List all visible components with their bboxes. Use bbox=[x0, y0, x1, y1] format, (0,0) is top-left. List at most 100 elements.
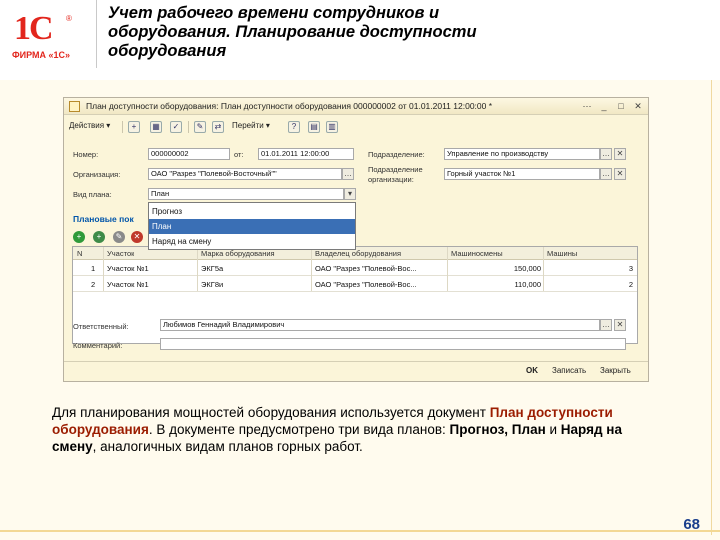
date-label: от: bbox=[234, 150, 244, 159]
table-icon[interactable]: ▥ bbox=[326, 121, 338, 133]
window-titlebar: План доступности оборудования: План дост… bbox=[64, 98, 648, 115]
window-controls: ⋯ _ □ ✕ bbox=[581, 100, 644, 112]
comment-field[interactable] bbox=[160, 338, 626, 350]
header-divider bbox=[96, 0, 97, 68]
dept-org-select-button[interactable]: … bbox=[600, 168, 612, 180]
help-icon[interactable]: ? bbox=[288, 121, 300, 133]
cell-shifts: 110,000 bbox=[514, 280, 541, 289]
slide-right-border bbox=[711, 80, 712, 535]
cell-model: ЭКГ8и bbox=[201, 280, 224, 289]
cell-shifts: 150,000 bbox=[513, 264, 541, 273]
actions-menu[interactable]: Действия ▾ bbox=[69, 121, 110, 130]
column-divider bbox=[197, 247, 198, 291]
goto-menu[interactable]: Перейти ▾ bbox=[232, 121, 270, 130]
edit-icon[interactable]: ✎ bbox=[194, 121, 206, 133]
minimize-button[interactable]: _ bbox=[598, 100, 610, 112]
department-field[interactable]: Управление по производству bbox=[444, 148, 600, 160]
maximize-button[interactable]: □ bbox=[615, 100, 627, 112]
cell-model: ЭКГ5а bbox=[201, 264, 224, 273]
window-menu-button[interactable]: ⋯ bbox=[581, 100, 593, 112]
header-owner[interactable]: Владелец оборудования bbox=[315, 249, 401, 258]
plan-type-dropdown: Прогноз План Наряд на смену bbox=[148, 202, 356, 250]
cell-machines: 3 bbox=[628, 264, 633, 273]
number-field[interactable]: 000000002 bbox=[148, 148, 230, 160]
add-row-icon[interactable]: + bbox=[73, 231, 85, 243]
column-divider bbox=[311, 247, 312, 291]
window-title: План доступности оборудования: План дост… bbox=[86, 101, 493, 111]
logo: 1С ® ФИРМА «1С» bbox=[10, 10, 80, 65]
plan-type-label: Вид плана: bbox=[73, 190, 112, 199]
responsible-label: Ответственный: bbox=[73, 322, 129, 331]
responsible-select-button[interactable]: … bbox=[600, 319, 612, 331]
slide-header: 1С ® ФИРМА «1С» Учет рабочего времени со… bbox=[0, 0, 720, 80]
section-title: Плановые пок bbox=[73, 214, 134, 224]
plan-types-forecast-plan: Прогноз, План bbox=[449, 422, 546, 437]
responsible-clear-icon[interactable]: ✕ bbox=[614, 319, 626, 331]
document-window: План доступности оборудования: План дост… bbox=[63, 97, 649, 382]
table-row[interactable]: 2 Участок №1 ЭКГ8и ОАО "Разрез "Полевой-… bbox=[73, 277, 637, 292]
save-button[interactable]: Записать bbox=[552, 366, 586, 375]
table-row[interactable]: 1 Участок №1 ЭКГ5а ОАО "Разрез "Полевой-… bbox=[73, 261, 637, 276]
slide-title: Учет рабочего времени сотрудников и обор… bbox=[108, 4, 477, 60]
toolbar-separator bbox=[122, 121, 123, 133]
date-field[interactable]: 01.01.2011 12:00:00 bbox=[258, 148, 354, 160]
plan-type-select[interactable]: План bbox=[148, 188, 344, 200]
page-number: 68 bbox=[683, 516, 700, 533]
dropdown-option-plan[interactable]: План bbox=[149, 219, 355, 234]
delete-row-icon[interactable]: ✕ bbox=[131, 231, 143, 243]
header-n[interactable]: N bbox=[77, 249, 82, 258]
slide-bottom-line bbox=[0, 530, 720, 532]
window-footer: OK Записать Закрыть bbox=[64, 361, 648, 379]
close-button[interactable]: Закрыть bbox=[600, 366, 631, 375]
header-site[interactable]: Участок bbox=[107, 249, 134, 258]
header-machines[interactable]: Машины bbox=[547, 249, 577, 258]
dept-org-label-line1: Подразделение bbox=[368, 165, 423, 174]
window-toolbar: Действия ▾ + ▦ ✓ ✎ ⇄ Перейти ▾ ? ▤ ▥ bbox=[64, 119, 648, 135]
add-icon[interactable]: + bbox=[128, 121, 140, 133]
organization-select-button[interactable]: … bbox=[342, 168, 354, 180]
header-model[interactable]: Марка оборудования bbox=[201, 249, 275, 258]
close-window-button[interactable]: ✕ bbox=[632, 100, 644, 112]
cell-n: 1 bbox=[91, 264, 96, 273]
organization-field[interactable]: ОАО "Разрез "Полевой-Восточный"" bbox=[148, 168, 342, 180]
chevron-down-icon[interactable]: ▾ bbox=[344, 188, 356, 200]
column-divider bbox=[103, 247, 104, 291]
cell-owner: ОАО "Разрез "Полевой-Вос... bbox=[315, 264, 417, 273]
dropdown-option-forecast[interactable]: Прогноз bbox=[149, 204, 355, 219]
description-text: , аналогичных видам планов горных работ. bbox=[92, 439, 363, 454]
column-divider bbox=[447, 247, 448, 291]
dropdown-option-shift-order[interactable]: Наряд на смену bbox=[149, 234, 355, 249]
logo-caption: ФИРМА «1С» bbox=[12, 50, 71, 60]
logo-mark: 1С bbox=[14, 10, 54, 47]
description-text: и bbox=[545, 422, 561, 437]
cell-site: Участок №1 bbox=[107, 264, 149, 273]
copy-row-icon[interactable]: + bbox=[93, 231, 105, 243]
number-label: Номер: bbox=[73, 150, 99, 159]
column-divider bbox=[543, 247, 544, 291]
responsible-field[interactable]: Любимов Геннадий Владимирович bbox=[160, 319, 600, 331]
edit-row-icon[interactable]: ✎ bbox=[113, 231, 125, 243]
cell-site: Участок №1 bbox=[107, 280, 149, 289]
cell-owner: ОАО "Разрез "Полевой-Вос... bbox=[315, 280, 417, 289]
grid-icon[interactable]: ▦ bbox=[150, 121, 162, 133]
dept-org-clear-icon[interactable]: ✕ bbox=[614, 168, 626, 180]
document-icon bbox=[69, 101, 80, 112]
post-icon[interactable]: ✓ bbox=[170, 121, 182, 133]
cell-n: 2 bbox=[91, 280, 96, 289]
department-label: Подразделение: bbox=[368, 150, 425, 159]
report-icon[interactable]: ▤ bbox=[308, 121, 320, 133]
ok-button[interactable]: OK bbox=[526, 366, 538, 375]
description-text: Для планирования мощностей оборудования … bbox=[52, 405, 490, 420]
logo-registered-mark: ® bbox=[66, 14, 72, 23]
toolbar-separator bbox=[188, 121, 189, 133]
description-text: . В документе предусмотрено три вида пла… bbox=[148, 422, 450, 437]
department-clear-icon[interactable]: ✕ bbox=[614, 148, 626, 160]
comment-label: Комментарий: bbox=[73, 341, 123, 350]
department-select-button[interactable]: … bbox=[600, 148, 612, 160]
dept-org-label-line2: организации: bbox=[368, 175, 414, 184]
cell-machines: 2 bbox=[628, 280, 633, 289]
slide-description: Для планирования мощностей оборудования … bbox=[52, 404, 662, 455]
dept-org-field[interactable]: Горный участок №1 bbox=[444, 168, 600, 180]
header-shifts[interactable]: Машиносмены bbox=[451, 249, 503, 258]
structure-icon[interactable]: ⇄ bbox=[212, 121, 224, 133]
